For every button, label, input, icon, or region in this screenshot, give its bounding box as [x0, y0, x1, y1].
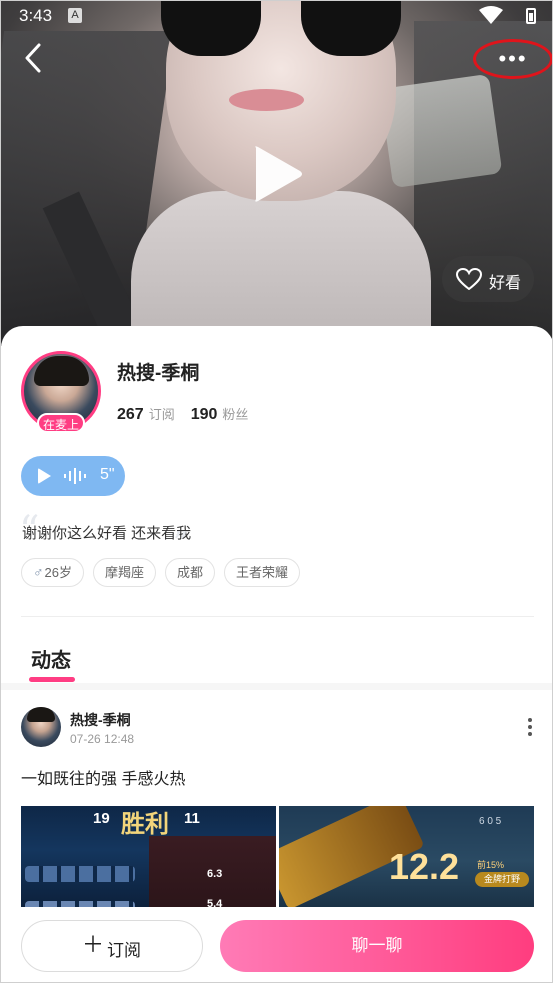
profile-bio: 谢谢你这么好看 还来看我	[22, 525, 192, 542]
quote-close-icon: ”	[173, 526, 189, 561]
subscribe-button[interactable]: ＋ 订阅	[21, 920, 203, 972]
back-button[interactable]	[19, 41, 49, 75]
tag-zodiac: 摩羯座	[92, 558, 156, 587]
more-icon: •••	[498, 46, 528, 71]
rating-percentile: 前15%	[477, 860, 505, 870]
post-author-avatar[interactable]	[21, 707, 61, 747]
voice-duration: 5"	[100, 466, 115, 483]
tag-game: 王者荣耀	[224, 558, 301, 587]
post-text: 一如既往的强 手感火热	[21, 771, 186, 788]
post-more-button[interactable]	[521, 716, 539, 740]
profile-name: 热搜-季桐	[117, 363, 200, 384]
post-timestamp: 07-26 12:48	[70, 732, 135, 746]
battery-icon	[526, 8, 536, 24]
kda-readout: 6 0 5	[479, 816, 502, 827]
tag-city: 成都	[164, 558, 215, 587]
post-image-rating[interactable]: 6 0 5 12.2 前15% 金牌打野	[279, 806, 534, 916]
more-options-button[interactable]: •••	[473, 39, 552, 79]
male-icon: ♂	[33, 564, 44, 580]
like-button[interactable]: 好看	[442, 256, 534, 302]
status-time: 3:43	[19, 6, 53, 25]
chat-button[interactable]: 聊一聊	[220, 920, 534, 972]
tab-active-indicator	[29, 677, 75, 682]
play-icon[interactable]	[246, 143, 306, 205]
score-left: 19	[93, 810, 110, 827]
like-label: 好看	[489, 275, 522, 292]
profile-stats: 267 订阅 190 粉丝	[117, 404, 248, 424]
section-separator	[1, 683, 552, 690]
subscribe-count-label: 订阅	[148, 407, 175, 422]
app-screen: 3:43 A ••• 好看 在麦上 热搜-季桐 267 订阅 190 粉丝 5"…	[0, 0, 553, 983]
voice-intro-button[interactable]: 5"	[21, 456, 125, 496]
tab-moments[interactable]: 动态	[31, 644, 71, 673]
rank-badge: 金牌打野	[475, 872, 529, 887]
subscribe-count: 267	[117, 406, 144, 423]
post-author-name[interactable]: 热搜-季桐	[70, 710, 131, 730]
on-mic-badge[interactable]: 在麦上	[37, 413, 85, 433]
rating-value: 12.2	[389, 846, 460, 887]
notification-icon: A	[68, 8, 82, 23]
profile-tags: ♂26岁 摩羯座 成都 王者荣耀	[21, 558, 301, 587]
heart-icon	[456, 268, 482, 290]
profile-card: 在麦上 热搜-季桐 267 订阅 190 粉丝 5" “ 谢谢你这么好看 还来看我 ”…	[1, 326, 552, 686]
sound-wave-icon	[64, 468, 86, 484]
fans-count-label: 粉丝	[222, 407, 249, 422]
victory-banner: 胜利	[121, 809, 169, 838]
play-voice-icon	[38, 468, 51, 484]
subscribe-button-label: 订阅	[107, 941, 141, 960]
profile-video-cover[interactable]: 3:43 A ••• 好看	[1, 1, 552, 346]
score-right: 11	[184, 810, 200, 827]
tag-age: ♂26岁	[21, 558, 84, 587]
fans-count: 190	[190, 406, 218, 423]
bottom-action-bar: ＋ 订阅 聊一聊	[1, 907, 552, 982]
stat-value: 6.3	[207, 868, 223, 880]
divider	[21, 616, 534, 617]
wifi-icon	[479, 6, 503, 24]
status-bar: 3:43 A	[1, 1, 552, 31]
post-image-victory[interactable]: 19 胜利 11 6.3 5.4	[21, 806, 276, 916]
plus-icon: ＋	[82, 932, 105, 957]
